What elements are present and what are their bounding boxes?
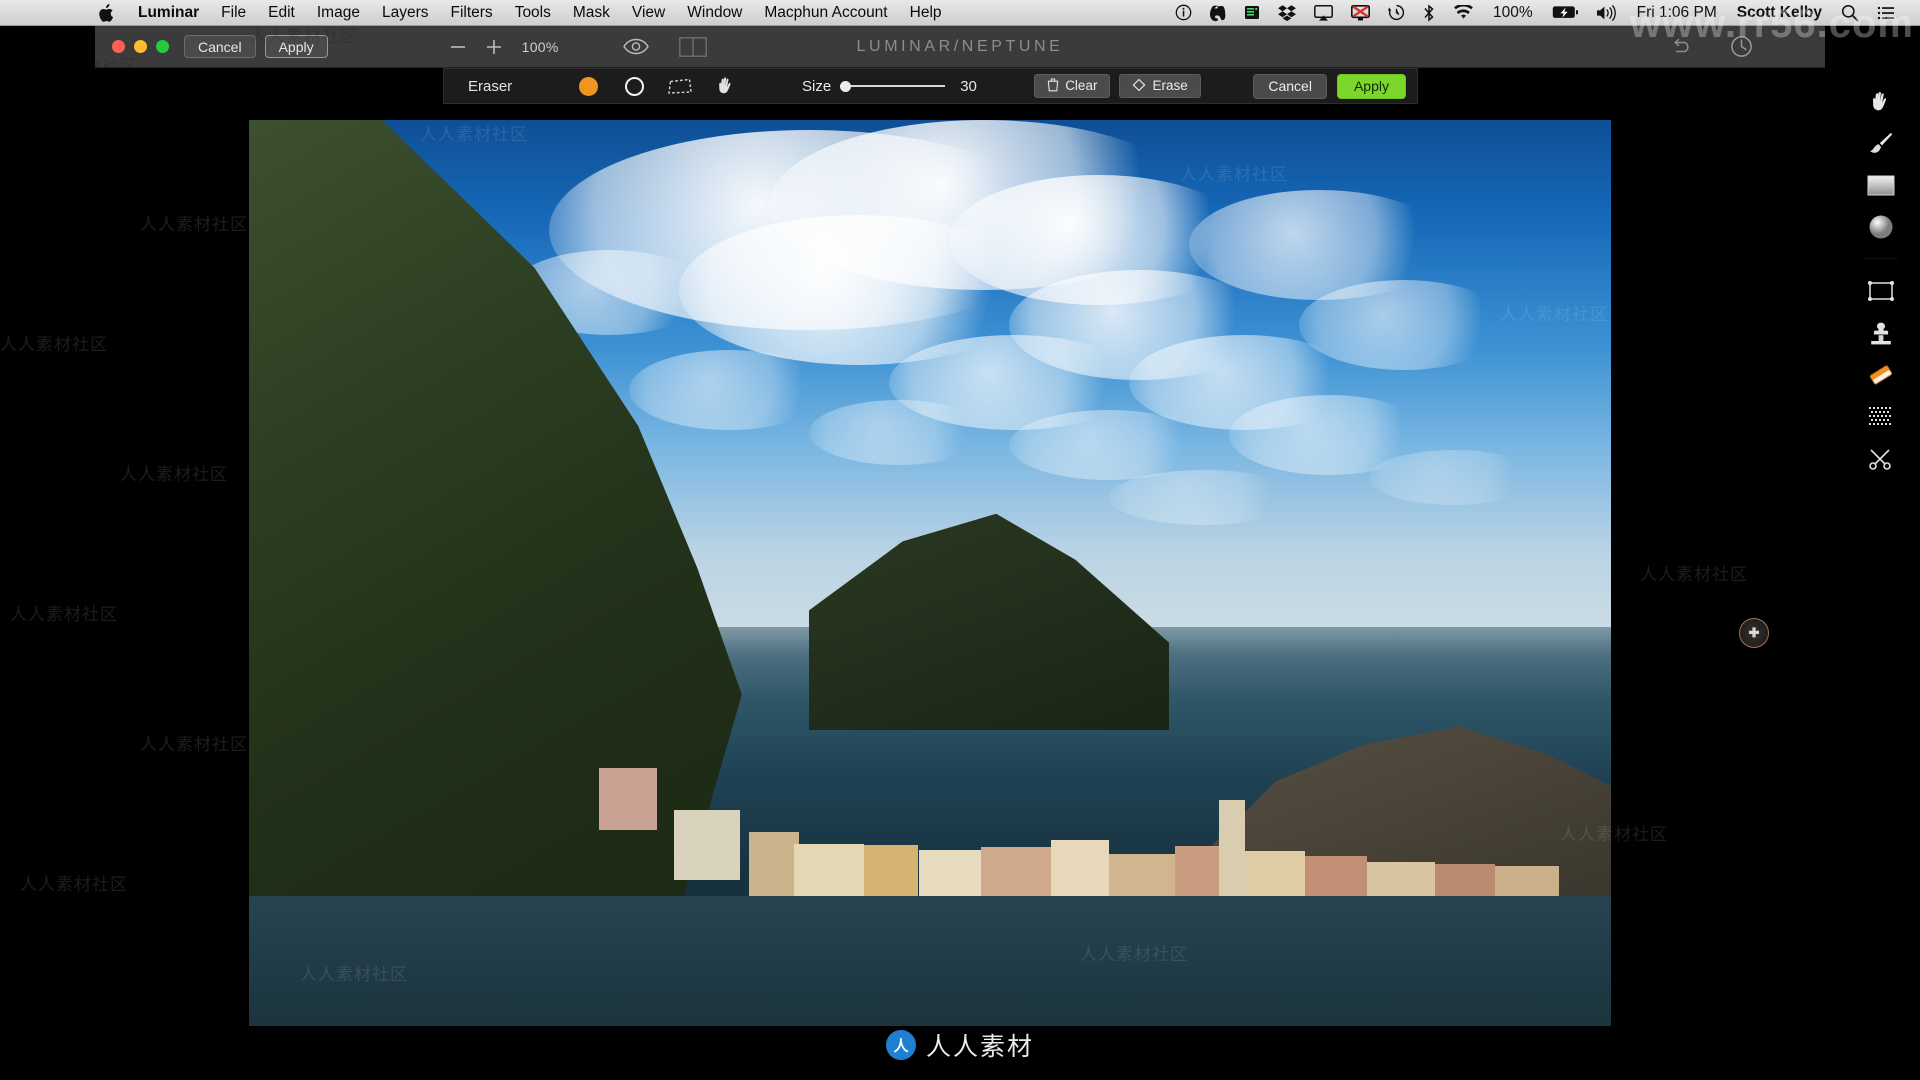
size-slider[interactable] xyxy=(840,79,946,93)
close-button[interactable] xyxy=(112,40,125,53)
mac-menubar: Luminar File Edit Image Layers Filters T… xyxy=(0,0,1920,26)
eye-icon[interactable] xyxy=(622,38,649,55)
image-canvas[interactable] xyxy=(249,120,1611,1026)
menu-layers[interactable]: Layers xyxy=(371,0,440,25)
rail-transform-tool[interactable] xyxy=(1859,274,1903,308)
zoom-controls: 100% xyxy=(440,33,559,61)
menu-filters[interactable]: Filters xyxy=(439,0,503,25)
battery-percent-label: 100% xyxy=(1492,3,1533,21)
rail-brush-tool[interactable] xyxy=(1859,126,1903,160)
app-title: LUMINAR/NEPTUNE xyxy=(856,37,1064,55)
watermark-tile: 人人素材社区 xyxy=(1640,565,1748,585)
app-title-bar: Cancel Apply 100% LUMINAR/NEPTUNE xyxy=(95,26,1825,68)
screen: Luminar File Edit Image Layers Filters T… xyxy=(0,0,1920,1080)
minus-icon[interactable] xyxy=(440,33,476,61)
watermark-tile: 人人素材社区 xyxy=(120,465,228,485)
menu-window[interactable]: Window xyxy=(676,0,753,25)
notification-center-icon[interactable] xyxy=(1868,0,1904,25)
brush-cursor-icon[interactable] xyxy=(1739,618,1769,648)
menubar-clock[interactable]: Fri 1:06 PM xyxy=(1627,4,1727,22)
eraser-toolbar: Eraser Size 30 Clear Erase Cancel Apply xyxy=(443,68,1418,104)
lasso-icon[interactable] xyxy=(666,73,694,99)
evernote-icon[interactable] xyxy=(1201,0,1235,25)
volume-icon[interactable] xyxy=(1587,0,1627,25)
brand-logo-icon: 人 xyxy=(885,1030,916,1060)
menu-luminar[interactable]: Luminar xyxy=(127,0,210,25)
menu-edit[interactable]: Edit xyxy=(257,0,306,25)
menubar-user[interactable]: Scott Kelby xyxy=(1727,4,1832,22)
size-slider-track xyxy=(840,85,946,87)
title-bar-right-controls xyxy=(1670,35,1825,58)
orange-dot-icon[interactable] xyxy=(574,73,602,99)
menubar-status-items: 100% Fri 1:06 PM Scott Kelby xyxy=(1166,0,1920,25)
eraser-action-buttons: Clear Erase xyxy=(1034,74,1201,98)
rail-clone-stamp-tool[interactable] xyxy=(1859,316,1903,350)
split-view-icon[interactable] xyxy=(678,36,707,57)
watermark-tile: 人人素材社区 xyxy=(140,735,248,755)
menubar-apps: Luminar File Edit Image Layers Filters T… xyxy=(0,0,953,25)
rail-radial-gradient-tool[interactable] xyxy=(1859,210,1903,244)
airplay-icon[interactable] xyxy=(1305,0,1342,25)
minimize-button[interactable] xyxy=(134,40,147,53)
watermark-tile: 人人素材社区 xyxy=(0,335,108,355)
display-off-icon[interactable] xyxy=(1342,0,1379,25)
hand-icon[interactable] xyxy=(712,73,740,99)
menu-file[interactable]: File xyxy=(210,0,257,25)
menu-view[interactable]: View xyxy=(621,0,676,25)
window-traffic-lights xyxy=(95,40,169,53)
eraser-confirm-buttons: Cancel Apply xyxy=(1253,73,1417,99)
harbor-water xyxy=(249,896,1611,1026)
backup-drive-icon[interactable] xyxy=(1235,0,1269,25)
window-apply-button[interactable]: Apply xyxy=(264,35,328,58)
window-cancel-button[interactable]: Cancel xyxy=(184,35,256,58)
menu-help[interactable]: Help xyxy=(899,0,953,25)
dropbox-icon[interactable] xyxy=(1269,0,1305,25)
battery-charging-icon[interactable] xyxy=(1543,0,1587,25)
menu-image[interactable]: Image xyxy=(306,0,371,25)
menu-tools[interactable]: Tools xyxy=(504,0,562,25)
time-machine-icon[interactable] xyxy=(1379,0,1414,25)
size-value: 30 xyxy=(960,77,977,95)
watermark-tile: 人人素材社区 xyxy=(20,875,128,895)
size-slider-knob[interactable] xyxy=(840,80,852,92)
site-brand: 人 人人素材 xyxy=(885,1027,1035,1063)
view-controls xyxy=(622,36,707,57)
size-label: Size xyxy=(802,77,832,95)
rail-gradient-tool[interactable] xyxy=(1859,168,1903,202)
eraser-cancel-button[interactable]: Cancel xyxy=(1253,73,1327,99)
search-icon[interactable] xyxy=(1832,0,1868,25)
trash-icon xyxy=(1047,78,1059,95)
eraser-apply-button[interactable]: Apply xyxy=(1336,73,1406,99)
tool-rail xyxy=(1842,68,1920,1080)
rail-hand-tool[interactable] xyxy=(1859,84,1903,118)
brush-size-control: Size 30 xyxy=(802,78,982,95)
check-circle-icon[interactable] xyxy=(1730,35,1753,58)
watermark-tile: 人人素材社区 xyxy=(10,605,118,625)
eraser-icon xyxy=(1132,78,1146,95)
rail-eraser-tool[interactable] xyxy=(1859,358,1903,392)
clear-label: Clear xyxy=(1065,78,1098,94)
zoom-level-label: 100% xyxy=(521,38,559,55)
brand-label: 人人素材 xyxy=(925,1032,1035,1061)
plus-icon[interactable] xyxy=(476,33,512,61)
clear-button[interactable]: Clear xyxy=(1034,74,1111,98)
photo-vernazza xyxy=(249,120,1611,1026)
undo-icon[interactable] xyxy=(1670,37,1694,57)
zoom-button[interactable] xyxy=(156,40,169,53)
white-ring-icon[interactable] xyxy=(620,73,648,99)
erase-button[interactable]: Erase xyxy=(1119,74,1201,98)
bluetooth-icon[interactable] xyxy=(1414,0,1444,25)
erase-label: Erase xyxy=(1152,78,1188,94)
rail-denoise-tool[interactable] xyxy=(1859,400,1903,434)
menu-macphun-account[interactable]: Macphun Account xyxy=(753,0,898,25)
apple-logo-icon[interactable] xyxy=(98,0,127,25)
wifi-icon[interactable] xyxy=(1444,0,1483,25)
info-circle-icon[interactable] xyxy=(1166,0,1201,25)
menu-mask[interactable]: Mask xyxy=(562,0,621,25)
watermark-tile: 人人素材社区 xyxy=(140,215,248,235)
eraser-brush-tools xyxy=(574,73,740,99)
rail-scissors-tool[interactable] xyxy=(1859,442,1903,476)
eraser-toolbar-title: Eraser xyxy=(468,77,513,95)
